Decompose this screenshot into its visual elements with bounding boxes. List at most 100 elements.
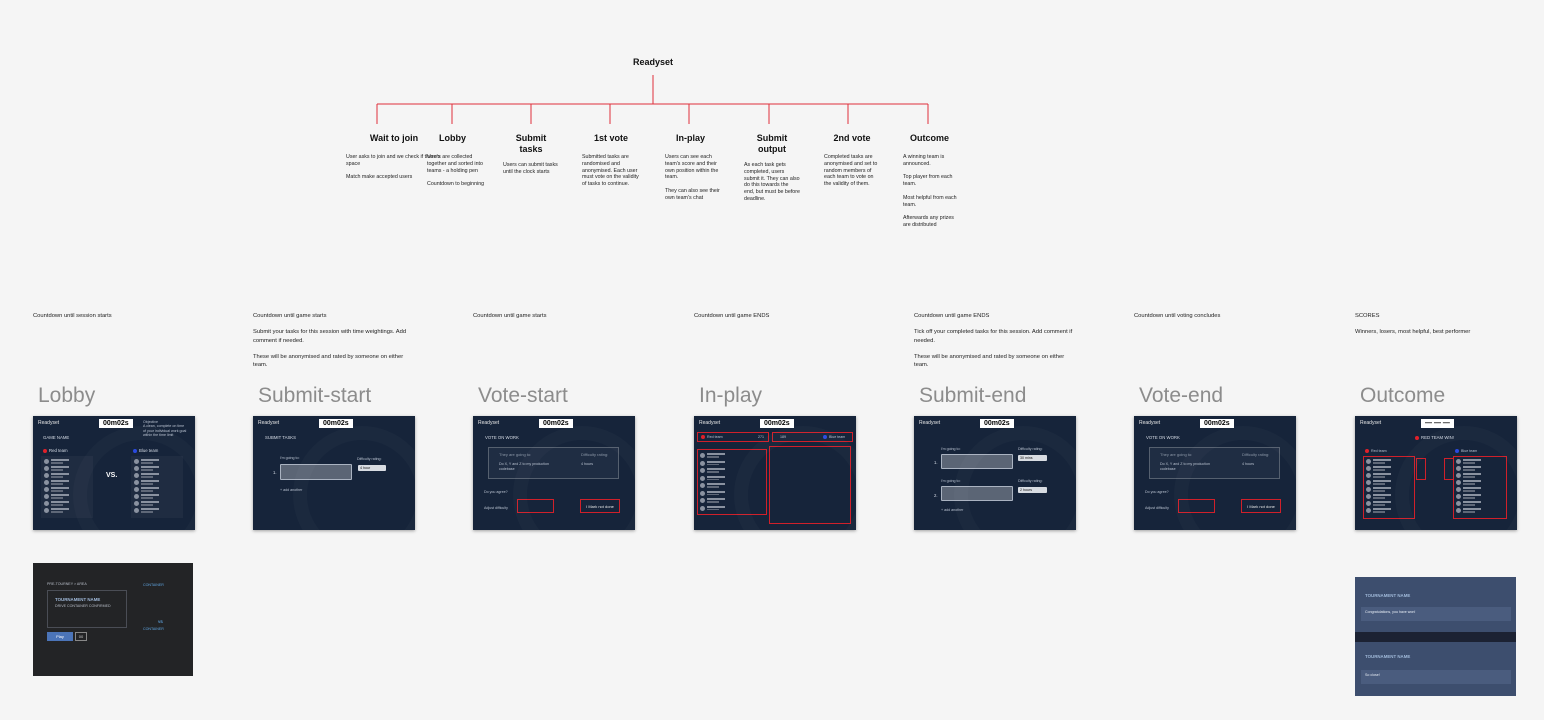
brand-logo: Readyset bbox=[699, 420, 721, 426]
stage-outcome: Outcome A winning team is announced. Top… bbox=[903, 133, 963, 229]
stage-description: A winning team is announced. Top player … bbox=[903, 154, 957, 228]
vs-label: VS bbox=[158, 620, 163, 624]
player-row bbox=[1366, 459, 1392, 464]
stage-description: Submitted tasks are randomised and anony… bbox=[582, 154, 639, 188]
stage-description: Users can submit tasks until the clock s… bbox=[503, 162, 558, 175]
difficulty-adjust-input[interactable] bbox=[517, 499, 554, 513]
column-note: Countdown until game starts bbox=[473, 313, 547, 319]
countdown-timer: 00m02s bbox=[319, 419, 353, 428]
player-row bbox=[134, 459, 160, 464]
blue-team-header: Blue team bbox=[133, 448, 158, 453]
player-row bbox=[134, 494, 160, 499]
player-row bbox=[44, 480, 70, 485]
player-row bbox=[700, 475, 726, 481]
adjust-difficulty-label: Adjust difficulty bbox=[484, 506, 508, 510]
play-button[interactable]: Play bbox=[47, 632, 73, 641]
tournament-title-2: TOURNAMENT NAME bbox=[1365, 654, 1411, 659]
player-row bbox=[700, 483, 726, 488]
submit-tasks-heading: SUBMIT TASKS bbox=[265, 435, 297, 440]
add-another-link[interactable]: + add another bbox=[280, 488, 302, 492]
stage-in-play: In-play Users can see each team's score … bbox=[665, 133, 723, 202]
column-note: Countdown until game ENDS Tick off your … bbox=[914, 313, 1073, 369]
player-row bbox=[1456, 487, 1482, 492]
brand-logo: Readyset bbox=[258, 420, 280, 426]
countdown-timer: 00m02s bbox=[99, 419, 133, 428]
stage-title: 1st vote bbox=[593, 133, 628, 143]
lose-banner bbox=[1361, 670, 1511, 684]
column-title: Submit-end bbox=[919, 384, 1027, 407]
column-submit-end: Countdown until game ENDS Tick off your … bbox=[914, 312, 1076, 530]
vote-start-screen: Readyset 00m02s VOTE ON WORK They are go… bbox=[473, 416, 635, 530]
column-note: Countdown until game ENDS bbox=[694, 313, 770, 319]
player-row bbox=[134, 508, 160, 513]
going-to-label-2: I'm going to: bbox=[941, 479, 961, 483]
vote-heading: VOTE ON WORK bbox=[485, 435, 519, 440]
blue-team-label: Blue team bbox=[823, 435, 845, 440]
column-note: Countdown until session starts bbox=[33, 313, 112, 319]
red-team-label: Red team bbox=[1365, 449, 1387, 454]
player-row bbox=[44, 459, 70, 464]
column-note: Countdown until game starts Submit your … bbox=[253, 313, 407, 369]
divider-bar bbox=[1355, 632, 1516, 642]
diagram-connectors bbox=[376, 75, 929, 124]
difficulty-select-1[interactable]: 30 mins bbox=[1018, 455, 1047, 461]
red-team-header: Red team bbox=[43, 448, 68, 453]
column-title: Submit-start bbox=[258, 384, 372, 407]
team-chat-panel bbox=[769, 446, 851, 524]
player-row bbox=[134, 466, 160, 471]
task-text: Do X, Y and Z to my production codebase bbox=[1160, 462, 1211, 471]
player-row bbox=[44, 473, 70, 478]
player-row bbox=[1456, 508, 1482, 513]
player-row bbox=[1366, 487, 1392, 492]
player-row bbox=[1456, 459, 1482, 464]
column-lobby: Countdown until session starts Lobby Rea… bbox=[33, 312, 195, 530]
blue-team-label: Blue team bbox=[1455, 449, 1477, 454]
breadcrumb: PRE-TOURNEY > AREA bbox=[47, 582, 87, 586]
stage-description: Completed tasks are anonymised and set t… bbox=[824, 154, 878, 188]
task-input[interactable] bbox=[280, 464, 352, 480]
mark-not-done-button[interactable]: I Mark not done bbox=[580, 499, 620, 513]
player-row bbox=[1456, 501, 1482, 506]
submit-end-screen: Readyset 00m02s I'm going to: Difficulty… bbox=[914, 416, 1076, 530]
tournament-tabs: DRIVE CONTAINER CONFIRMED bbox=[55, 604, 111, 608]
column-title: Lobby bbox=[38, 384, 96, 407]
column-submit-start: Countdown until game starts Submit your … bbox=[253, 312, 415, 530]
player-row bbox=[1366, 494, 1392, 499]
brand-logo: Readyset bbox=[919, 420, 941, 426]
tournament-title-1: TOURNAMENT NAME bbox=[1365, 593, 1411, 598]
task-hours: 4 hours bbox=[1242, 462, 1254, 466]
diagram-root-label: Readyset bbox=[632, 57, 674, 67]
player-row bbox=[700, 460, 726, 466]
column-note: Countdown until voting concludes bbox=[1134, 313, 1221, 319]
player-row bbox=[1366, 473, 1392, 478]
blue-team-dot bbox=[1455, 449, 1459, 454]
outcome-screen: Readyset — — — RED TEAM WIN! Red team Bl… bbox=[1355, 416, 1517, 530]
column-title: In-play bbox=[699, 384, 763, 407]
countdown-timer: 00m02s bbox=[980, 419, 1014, 428]
stage-description: Users can see each team's score and thei… bbox=[665, 154, 720, 201]
going-to-label: I'm going to: bbox=[280, 456, 300, 460]
task-input-1[interactable] bbox=[941, 454, 1013, 469]
difficulty-label-2: Difficulty rating: bbox=[1018, 479, 1043, 483]
award-icons-blue bbox=[1444, 458, 1454, 480]
stage-lobby: Lobby Users are collected together and s… bbox=[427, 133, 487, 188]
player-row bbox=[700, 468, 726, 473]
task-number-1: 1. bbox=[934, 460, 938, 465]
column-title: Vote-start bbox=[478, 384, 568, 407]
difficulty-select-2[interactable]: 2 hours bbox=[1018, 487, 1047, 493]
difficulty-select[interactable]: 4 hour bbox=[358, 465, 386, 471]
player-row bbox=[700, 490, 726, 496]
lobby-screen: Readyset 00m02s Objective A clean, compl… bbox=[33, 416, 195, 530]
stage-submit-output: Submit output As each task gets complete… bbox=[744, 133, 800, 203]
tournament-result-mock: TOURNAMENT NAME Congratulations, you hav… bbox=[1355, 577, 1516, 696]
mark-not-done-button[interactable]: I Mark not done bbox=[1241, 499, 1281, 513]
stage-description: Users are collected together and sorted … bbox=[427, 154, 485, 188]
objective-text: Objective A clean, complete on time of y… bbox=[143, 420, 187, 438]
add-another-link[interactable]: + add another bbox=[941, 508, 963, 512]
red-team-dot bbox=[43, 448, 47, 453]
task-input-2[interactable] bbox=[941, 486, 1013, 501]
difficulty-adjust-input[interactable] bbox=[1178, 499, 1215, 513]
task-number: 1. bbox=[273, 470, 277, 475]
vote-end-screen: Readyset 00m02s VOTE ON WORK They are go… bbox=[1134, 416, 1296, 530]
stage-title: Submit tasks bbox=[515, 133, 547, 154]
